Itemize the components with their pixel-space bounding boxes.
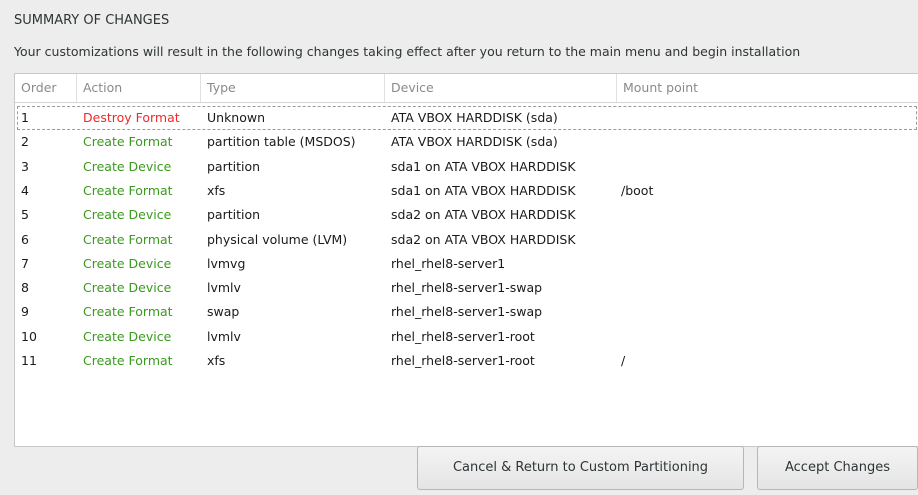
action-cell: Create Device (83, 255, 172, 271)
dialog-title: SUMMARY OF CHANGES (14, 13, 170, 28)
device-cell: sda1 on ATA VBOX HARDDISK (391, 182, 576, 198)
order-cell: 10 (21, 328, 37, 344)
action-cell: Create Device (83, 207, 172, 223)
table-row[interactable]: 2 Create Format partition table (MSDOS) ATA… (17, 130, 918, 154)
table-row[interactable]: 10 Create Device lvmlv rhel_rhel8-server1-r… (17, 325, 918, 349)
device-cell: rhel_rhel8-server1-root (391, 328, 535, 344)
device-cell: sda2 on ATA VBOX HARDDISK (391, 231, 576, 247)
column-header-order[interactable]: Order (15, 74, 77, 102)
type-cell: physical volume (LVM) (207, 231, 348, 247)
action-cell: Create Format (83, 182, 173, 198)
order-cell: 2 (21, 134, 29, 150)
device-cell: rhel_rhel8-server1-swap (391, 304, 543, 320)
table-row[interactable]: 6 Create Format physical volume (LVM) sda2 … (17, 228, 918, 252)
order-cell: 5 (21, 207, 29, 223)
action-cell: Destroy Format (83, 110, 180, 125)
table-row[interactable]: 3 Create Device partition sda1 on ATA VBOX … (17, 155, 918, 179)
type-cell: lvmvg (207, 255, 246, 271)
accept-changes-button[interactable]: Accept Changes (757, 446, 918, 490)
table-row[interactable]: 7 Create Device lvmvg rhel_rhel8-server1 (17, 252, 918, 276)
device-cell: rhel_rhel8-server1-root (391, 353, 535, 368)
dialog-subtitle: Your customizations will result in the f… (14, 44, 801, 59)
action-cell: Create Device (83, 158, 172, 174)
type-cell: partition (207, 158, 261, 174)
type-cell: xfs (207, 182, 226, 198)
order-cell: 7 (21, 255, 29, 271)
device-cell: ATA VBOX HARDDISK (sda) (391, 134, 558, 150)
changes-table[interactable]: Order Action Type Device Mount point 1 De… (14, 73, 918, 447)
order-cell: 8 (21, 280, 29, 296)
column-header-type[interactable]: Type (201, 74, 385, 102)
device-cell: ATA VBOX HARDDISK (sda) (391, 110, 558, 125)
column-header-action[interactable]: Action (77, 74, 201, 102)
cancel-return-button[interactable]: Cancel & Return to Custom Partitioning (417, 446, 744, 490)
column-header-device[interactable]: Device (385, 74, 617, 102)
action-cell: Create Format (83, 353, 173, 368)
action-cell: Create Device (83, 280, 172, 296)
order-cell: 9 (21, 304, 29, 320)
column-header-mount-point[interactable]: Mount point (617, 74, 918, 102)
action-cell: Create Format (83, 231, 173, 247)
mount-point-cell: /boot (621, 182, 654, 198)
order-cell: 3 (21, 158, 29, 174)
mount-point-cell: / (621, 353, 626, 368)
device-cell: sda2 on ATA VBOX HARDDISK (391, 207, 576, 223)
device-cell: rhel_rhel8-server1 (391, 255, 506, 271)
type-cell: partition table (MSDOS) (207, 134, 356, 150)
action-cell: Create Device (83, 328, 172, 344)
table-row[interactable]: 1 Destroy Format Unknown ATA VBOX HARDDISK … (17, 106, 917, 130)
order-cell: 4 (21, 182, 29, 198)
action-cell: Create Format (83, 134, 173, 150)
table-row[interactable]: 8 Create Device lvmlv rhel_rhel8-server1-sw… (17, 276, 918, 300)
type-cell: xfs (207, 353, 226, 368)
table-row[interactable]: 5 Create Device partition sda2 on ATA VBOX … (17, 203, 918, 227)
table-header: Order Action Type Device Mount point (15, 74, 918, 103)
order-cell: 6 (21, 231, 29, 247)
table-row[interactable]: 11 Create Format xfs rhel_rhel8-server1-roo… (17, 349, 918, 373)
type-cell: partition (207, 207, 261, 223)
table-row[interactable]: 4 Create Format xfs sda1 on ATA VBOX HARDDI… (17, 179, 918, 203)
type-cell: lvmlv (207, 280, 241, 296)
order-cell: 11 (21, 353, 37, 368)
table-row[interactable]: 9 Create Format swap rhel_rhel8-server1-swa… (17, 300, 918, 324)
type-cell: swap (207, 304, 240, 320)
order-cell: 1 (21, 110, 29, 125)
device-cell: rhel_rhel8-server1-swap (391, 280, 543, 296)
type-cell: Unknown (207, 110, 266, 125)
device-cell: sda1 on ATA VBOX HARDDISK (391, 158, 576, 174)
action-cell: Create Format (83, 304, 173, 320)
type-cell: lvmlv (207, 328, 241, 344)
